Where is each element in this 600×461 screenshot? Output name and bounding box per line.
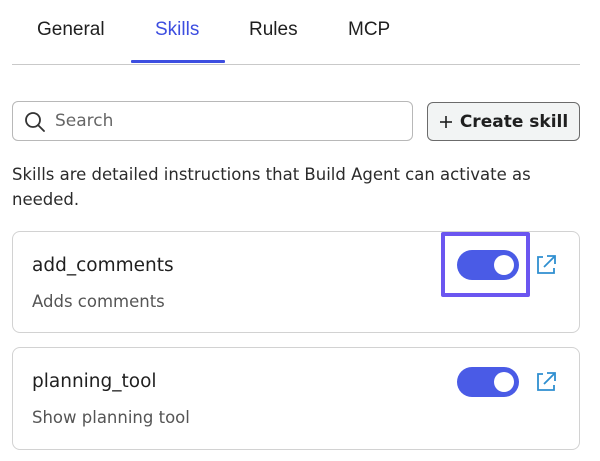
plus-icon — [439, 115, 452, 128]
tab-bar: General Skills Rules MCP — [12, 0, 580, 65]
skills-settings-panel: General Skills Rules MCP Create skill Sk… — [0, 0, 600, 461]
tab-skills[interactable]: Skills — [155, 19, 199, 41]
tab-rules[interactable]: Rules — [249, 19, 298, 41]
search-icon — [25, 112, 45, 132]
skill-description: Show planning tool — [32, 408, 190, 427]
tab-general[interactable]: General — [37, 19, 105, 41]
skill-card: add_comments Adds comments — [12, 231, 580, 333]
external-link-icon[interactable] — [534, 370, 558, 394]
toggle-knob — [494, 255, 514, 275]
tab-mcp[interactable]: MCP — [348, 19, 390, 41]
active-tab-indicator — [131, 60, 225, 63]
create-skill-label: Create skill — [459, 111, 569, 132]
skill-card: planning_tool Show planning tool — [12, 347, 580, 450]
external-link-icon[interactable] — [534, 253, 558, 277]
search-box[interactable] — [12, 101, 413, 141]
skill-name: planning_tool — [32, 371, 157, 392]
skills-description: Skills are detailed instructions that Bu… — [12, 165, 531, 209]
skill-enable-toggle[interactable] — [457, 250, 519, 280]
skill-name: add_comments — [32, 255, 174, 276]
skill-description: Adds comments — [32, 292, 165, 311]
create-skill-button[interactable]: Create skill — [427, 102, 580, 141]
toggle-knob — [494, 372, 514, 392]
search-input[interactable] — [55, 102, 395, 139]
skill-enable-toggle[interactable] — [457, 367, 519, 397]
